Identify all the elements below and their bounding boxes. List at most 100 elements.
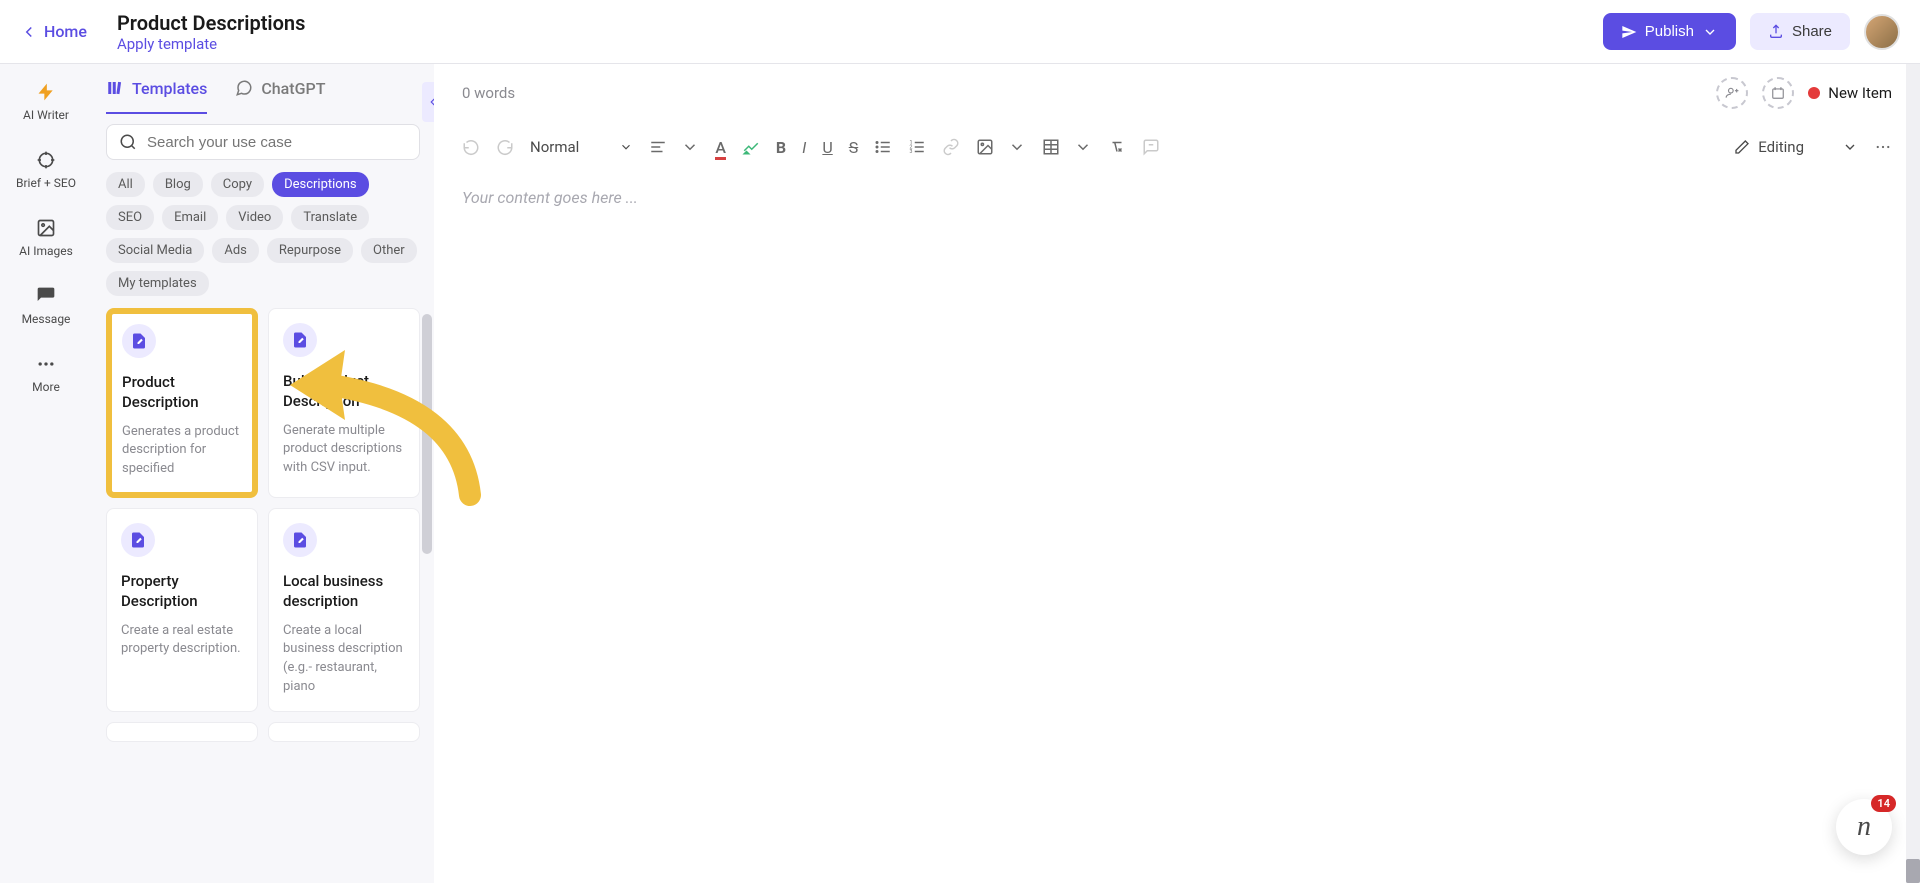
home-link[interactable]: Home: [20, 22, 87, 41]
format-label: Normal: [530, 138, 579, 156]
template-card-product-description[interactable]: Product Description Generates a product …: [106, 308, 258, 498]
align-button[interactable]: [649, 138, 667, 156]
redo-button[interactable]: [496, 138, 514, 156]
rail-label: AI Images: [19, 244, 73, 258]
scrollbar-thumb[interactable]: [422, 314, 432, 554]
floating-help-widget[interactable]: n 14: [1836, 799, 1892, 855]
card-title: Product Description: [122, 372, 242, 413]
editing-mode-select[interactable]: Editing: [1734, 138, 1858, 156]
send-icon: [1621, 24, 1637, 40]
chip-blog[interactable]: Blog: [153, 172, 203, 197]
tab-templates[interactable]: Templates: [106, 64, 207, 114]
chip-ads[interactable]: Ads: [212, 238, 259, 263]
italic-button[interactable]: I: [802, 138, 806, 157]
chevron-down-icon: [1008, 138, 1026, 156]
search-box[interactable]: [106, 124, 420, 160]
link-button[interactable]: [942, 138, 960, 156]
template-card-placeholder[interactable]: [268, 722, 420, 742]
chip-video[interactable]: Video: [226, 205, 283, 230]
chevron-down-icon: [681, 138, 699, 156]
clear-format-button[interactable]: [1108, 138, 1126, 156]
chevron-down-icon: [1702, 24, 1718, 40]
template-card-placeholder[interactable]: [106, 722, 258, 742]
share-label: Share: [1792, 23, 1832, 40]
undo-button[interactable]: [462, 138, 480, 156]
align-dropdown[interactable]: [681, 138, 699, 156]
chip-descriptions[interactable]: Descriptions: [272, 172, 369, 197]
publish-label: Publish: [1645, 23, 1694, 40]
highlight-icon: [742, 138, 760, 156]
chip-repurpose[interactable]: Repurpose: [267, 238, 353, 263]
page-scrollbar[interactable]: [1906, 64, 1920, 883]
image-button[interactable]: [976, 138, 994, 156]
table-dropdown[interactable]: [1074, 138, 1092, 156]
more-toolbar-button[interactable]: [1874, 138, 1892, 156]
share-button[interactable]: Share: [1750, 13, 1850, 50]
numbered-list-button[interactable]: 123: [908, 138, 926, 156]
strikethrough-button[interactable]: S: [849, 138, 859, 157]
add-schedule-button[interactable]: [1762, 77, 1794, 109]
card-desc: Generates a product description for spec…: [122, 423, 242, 480]
image-dropdown[interactable]: [1008, 138, 1026, 156]
link-icon: [942, 138, 960, 156]
text-color-button[interactable]: A: [715, 138, 726, 157]
chevron-down-icon: [1074, 138, 1092, 156]
file-edit-icon: [122, 324, 156, 358]
template-list[interactable]: Product Description Generates a product …: [92, 308, 434, 883]
undo-icon: [462, 138, 480, 156]
template-card-property-description[interactable]: Property Description Create a real estat…: [106, 508, 258, 712]
apply-template-link[interactable]: Apply template: [117, 35, 305, 53]
chip-copy[interactable]: Copy: [211, 172, 264, 197]
chip-all[interactable]: All: [106, 172, 145, 197]
chip-social-media[interactable]: Social Media: [106, 238, 204, 263]
card-title: Property Description: [121, 571, 243, 612]
chip-my-templates[interactable]: My templates: [106, 271, 209, 296]
rail-ai-images[interactable]: AI Images: [19, 218, 73, 258]
new-item-status[interactable]: New Item: [1808, 84, 1892, 102]
file-edit-icon: [121, 523, 155, 557]
search-input[interactable]: [147, 134, 407, 151]
strikethrough-icon: S: [849, 138, 859, 157]
highlight-button[interactable]: [742, 138, 760, 156]
table-button[interactable]: [1042, 138, 1060, 156]
page-title: Product Descriptions: [117, 11, 305, 35]
text-color-icon: A: [715, 138, 726, 157]
scrollbar-thumb[interactable]: [1906, 859, 1920, 883]
bolt-icon: [36, 82, 56, 102]
avatar[interactable]: [1864, 14, 1900, 50]
chip-email[interactable]: Email: [162, 205, 218, 230]
template-scrollbar[interactable]: [422, 314, 432, 574]
chip-translate[interactable]: Translate: [291, 205, 369, 230]
title-area: Product Descriptions Apply template: [117, 11, 305, 53]
chip-seo[interactable]: SEO: [106, 205, 154, 230]
table-icon: [1042, 138, 1060, 156]
rail-ai-writer[interactable]: AI Writer: [23, 82, 69, 122]
format-select[interactable]: Normal: [530, 138, 633, 156]
comment-button[interactable]: [1142, 138, 1160, 156]
template-card-local-business-description[interactable]: Local business description Create a loca…: [268, 508, 420, 712]
chip-other[interactable]: Other: [361, 238, 417, 263]
rail-label: More: [32, 380, 60, 394]
target-icon: [36, 150, 56, 170]
add-collaborator-button[interactable]: [1716, 77, 1748, 109]
chevron-left-icon: [20, 23, 38, 41]
image-group: [976, 138, 1026, 156]
rail-message[interactable]: Message: [22, 286, 71, 326]
image-icon: [36, 218, 56, 238]
template-card-bulk-product-description[interactable]: Bulk Product Description Generate multip…: [268, 308, 420, 498]
editor-placeholder: Your content goes here ...: [462, 188, 1892, 207]
underline-button[interactable]: U: [822, 138, 832, 157]
rail-more[interactable]: More: [32, 354, 60, 394]
bold-button[interactable]: B: [776, 138, 786, 157]
editor-body[interactable]: Your content goes here ...: [434, 172, 1920, 883]
logo-n-icon: n: [1857, 811, 1871, 843]
chevron-down-icon: [619, 140, 633, 154]
panel-tabs: Templates ChatGPT: [92, 64, 434, 114]
image-icon: [976, 138, 994, 156]
bullet-list-button[interactable]: [874, 138, 892, 156]
editor-top: 0 words New Item: [434, 64, 1920, 122]
publish-button[interactable]: Publish: [1603, 13, 1736, 50]
tab-chatgpt[interactable]: ChatGPT: [235, 64, 325, 114]
numbered-list-icon: 123: [908, 138, 926, 156]
rail-brief-seo[interactable]: Brief + SEO: [16, 150, 76, 190]
